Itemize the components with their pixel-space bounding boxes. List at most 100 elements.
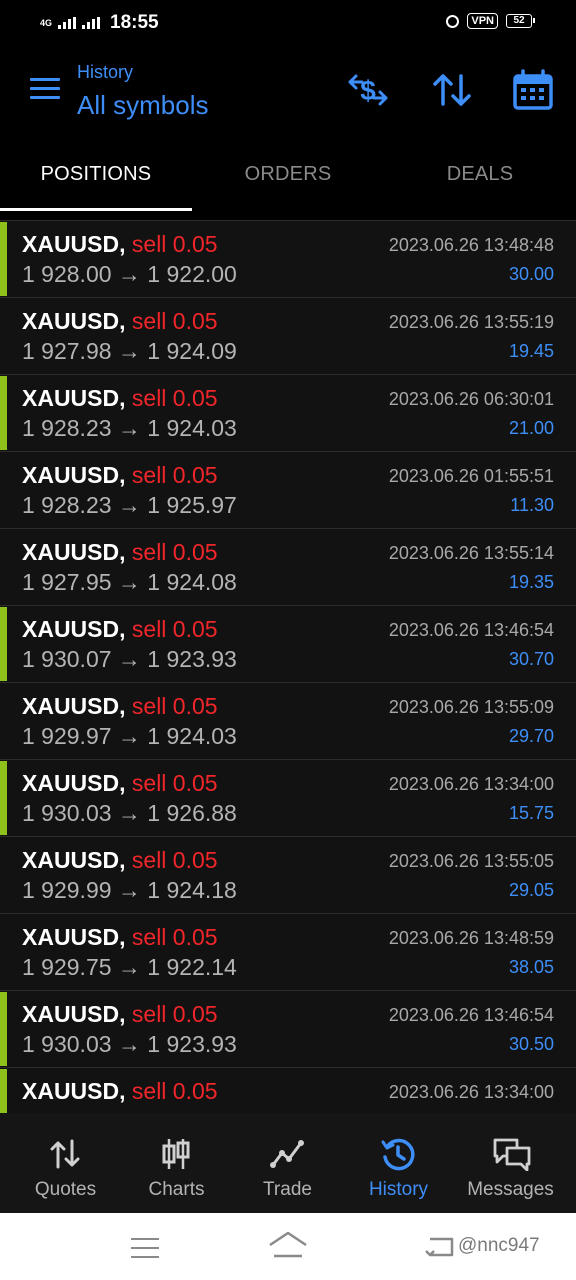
nav-label: Trade	[263, 1179, 312, 1200]
nav-label: Charts	[148, 1179, 205, 1200]
row-marker	[0, 761, 7, 835]
price-range: 1 928.23 → 1 924.03	[22, 415, 237, 441]
tab-positions[interactable]: POSITIONS	[0, 140, 192, 210]
close-time: 2023.06.26 13:55:19	[388, 312, 554, 332]
trade-side: sell 0.05	[131, 1001, 218, 1027]
symbol: XAUUSD,	[22, 693, 126, 719]
position-row[interactable]: XAUUSD, sell 0.05 1 928.00 → 1 922.00 20…	[0, 220, 576, 296]
position-row[interactable]: XAUUSD, sell 0.05 1 927.95 → 1 924.08 20…	[0, 528, 576, 604]
symbol: XAUUSD,	[22, 231, 126, 257]
close-time: 2023.06.26 13:34:00	[388, 774, 554, 794]
price-range: 1 929.75 → 1 922.14	[22, 954, 237, 980]
symbol: XAUUSD,	[22, 385, 126, 411]
nav-trade[interactable]: Trade	[230, 1113, 345, 1213]
symbol: XAUUSD,	[22, 1001, 126, 1027]
signal-icon	[58, 17, 77, 29]
price-range: 1 930.07 → 1 923.93	[22, 646, 237, 672]
close-time: 2023.06.26 13:48:48	[388, 235, 554, 255]
app-header: History All symbols $	[0, 50, 576, 140]
trade-side: sell 0.05	[131, 539, 218, 565]
symbol: XAUUSD,	[22, 847, 126, 873]
vpn-badge: VPN	[467, 13, 498, 29]
status-time: 18:55	[110, 12, 159, 33]
profit-value: 19.45	[508, 341, 554, 361]
profit-value: 21.00	[508, 418, 554, 438]
history-clock-icon	[381, 1138, 415, 1171]
profit-value: 29.70	[508, 726, 554, 746]
symbol: XAUUSD,	[22, 924, 126, 950]
exchange-dollar-icon[interactable]: $	[346, 68, 390, 112]
position-row[interactable]: XAUUSD, sell 0.05 1 930.07 → 1 923.93 20…	[0, 605, 576, 681]
candlestick-icon	[162, 1139, 190, 1169]
menu-icon[interactable]	[30, 78, 60, 102]
profit-value: 15.75	[508, 803, 554, 823]
battery-icon: 52	[506, 14, 535, 28]
trade-line-icon	[270, 1140, 304, 1168]
position-row[interactable]: XAUUSD, sell 0.05 1 930.03 → 1 926.88 20…	[0, 759, 576, 835]
nav-quotes[interactable]: Quotes	[8, 1113, 123, 1213]
symbol: XAUUSD,	[22, 308, 126, 334]
bottom-navigation: Quotes Charts Trade History Messages	[0, 1113, 576, 1213]
nav-history[interactable]: History	[341, 1113, 456, 1213]
profit-value: 30.50	[508, 1034, 554, 1054]
nav-label: History	[368, 1179, 429, 1200]
profit-value: 38.05	[508, 957, 554, 977]
nav-charts[interactable]: Charts	[119, 1113, 234, 1213]
row-marker	[0, 376, 7, 450]
trade-side: sell 0.05	[131, 462, 218, 488]
price-range: 1 929.97 → 1 924.03	[22, 723, 237, 749]
row-marker	[0, 607, 7, 681]
price-range: 1 928.00 → 1 922.00	[22, 261, 237, 287]
signal-icon-2	[82, 17, 101, 29]
tab-orders[interactable]: ORDERS	[192, 140, 384, 210]
position-row[interactable]: XAUUSD, sell 0.05 1 929.99 → 1 924.18 20…	[0, 836, 576, 912]
network-type: 4G	[40, 17, 53, 28]
position-row[interactable]: XAUUSD, sell 0.05 1 928.23 → 1 925.97 20…	[0, 451, 576, 527]
position-row[interactable]: XAUUSD, sell 0.05 1 928.23 → 1 924.03 20…	[0, 374, 576, 450]
home-icon[interactable]	[268, 1231, 308, 1259]
close-time: 2023.06.26 06:30:01	[388, 389, 554, 409]
position-row[interactable]: XAUUSD, sell 0.05 1 927.98 → 1 924.09 20…	[0, 297, 576, 373]
row-marker	[0, 1069, 7, 1113]
price-range: 1 929.99 → 1 924.18	[22, 877, 237, 903]
close-time: 2023.06.26 13:55:05	[388, 851, 554, 871]
row-marker	[0, 992, 7, 1066]
close-time: 2023.06.26 13:46:54	[388, 620, 554, 640]
status-bar: 4G 18:55 VPN 52	[0, 0, 576, 44]
profit-value: 30.00	[508, 264, 554, 284]
symbol: XAUUSD,	[22, 1078, 126, 1104]
profit-value: 30.70	[508, 649, 554, 669]
position-row[interactable]: XAUUSD, sell 0.05 2023.06.26 13:34:00	[0, 1067, 576, 1113]
symbol: XAUUSD,	[22, 539, 126, 565]
row-marker	[0, 222, 7, 296]
positions-list[interactable]: XAUUSD, sell 0.05 1 928.00 → 1 922.00 20…	[0, 220, 576, 1113]
trade-side: sell 0.05	[131, 924, 218, 950]
trade-side: sell 0.05	[131, 385, 218, 411]
profit-value: 19.35	[508, 572, 554, 592]
trade-side: sell 0.05	[131, 308, 218, 334]
recent-apps-icon[interactable]	[131, 1238, 159, 1258]
nav-messages[interactable]: Messages	[453, 1113, 568, 1213]
profit-value: 29.05	[508, 880, 554, 900]
calendar-icon[interactable]	[511, 68, 555, 112]
price-range: 1 928.23 → 1 925.97	[22, 492, 237, 518]
trade-side: sell 0.05	[131, 693, 218, 719]
nav-label: Messages	[467, 1179, 554, 1200]
sort-arrows-icon[interactable]	[430, 68, 474, 112]
trade-side: sell 0.05	[131, 231, 218, 257]
position-row[interactable]: XAUUSD, sell 0.05 1 929.97 → 1 924.03 20…	[0, 682, 576, 758]
price-range: 1 930.03 → 1 923.93	[22, 1031, 237, 1057]
position-row[interactable]: XAUUSD, sell 0.05 1 929.75 → 1 922.14 20…	[0, 913, 576, 989]
position-row[interactable]: XAUUSD, sell 0.05 1 930.03 → 1 923.93 20…	[0, 990, 576, 1066]
price-range: 1 927.95 → 1 924.08	[22, 569, 237, 595]
symbol-selector[interactable]: All symbols	[77, 90, 208, 121]
close-time: 2023.06.26 01:55:51	[388, 466, 554, 486]
profit-value: 11.30	[510, 495, 554, 515]
history-tabs: POSITIONS ORDERS DEALS	[0, 140, 576, 212]
back-icon[interactable]	[424, 1235, 454, 1259]
symbol: XAUUSD,	[22, 616, 126, 642]
price-range: 1 927.98 → 1 924.09	[22, 338, 237, 364]
close-time: 2023.06.26 13:34:00	[388, 1082, 554, 1102]
system-navigation-bar: @nnc947	[0, 1213, 576, 1280]
tab-deals[interactable]: DEALS	[384, 140, 576, 210]
